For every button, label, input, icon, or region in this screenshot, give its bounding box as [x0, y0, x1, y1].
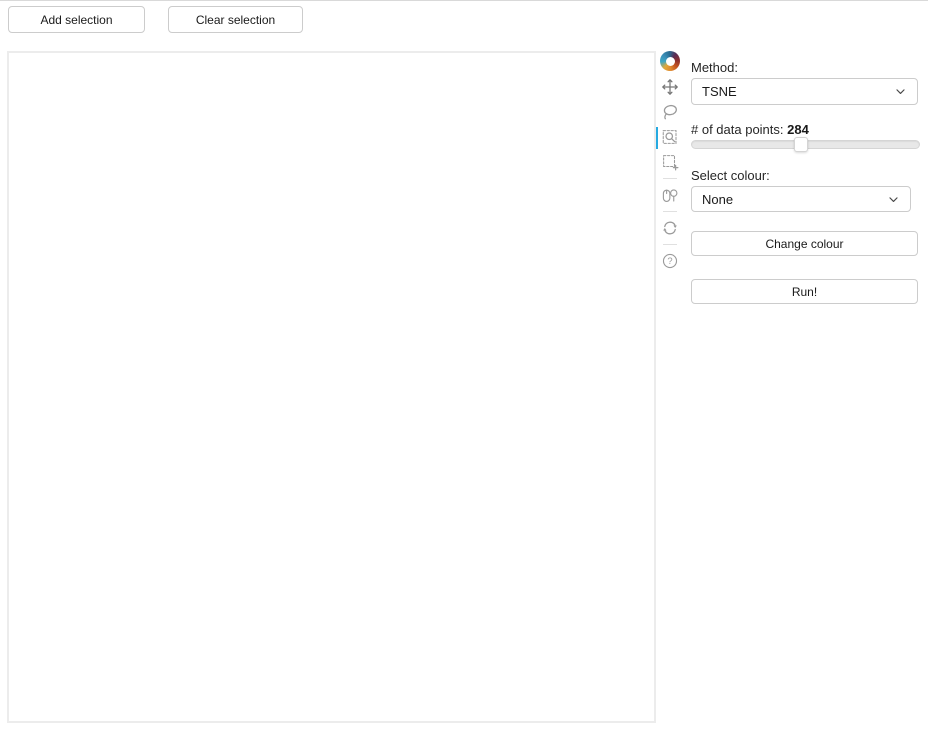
toolbar-separator [663, 244, 677, 245]
data-points-label: # of data points: 284 [691, 122, 809, 137]
reset-icon [661, 219, 679, 237]
box-select-tool-button[interactable] [661, 153, 679, 171]
page-top-divider [0, 0, 928, 1]
plot-canvas[interactable] [7, 51, 656, 723]
reset-tool-button[interactable] [661, 219, 679, 237]
bokeh-logo-hole [666, 57, 675, 66]
toolbar-separator [663, 178, 677, 179]
lasso-select-tool-button[interactable] [661, 103, 679, 121]
data-points-label-text: # of data points: [691, 122, 787, 137]
bokeh-toolbar: ? [655, 51, 685, 270]
help-tool-button[interactable]: ? [661, 252, 679, 270]
toolbar-separator [663, 211, 677, 212]
add-selection-button[interactable]: Add selection [8, 6, 145, 33]
change-colour-button[interactable]: Change colour [691, 231, 918, 256]
method-select-value: TSNE [702, 84, 737, 99]
box-zoom-icon [661, 128, 679, 146]
run-button[interactable]: Run! [691, 279, 918, 304]
colour-select[interactable]: None [691, 186, 911, 212]
method-select[interactable]: TSNE [691, 78, 918, 105]
box-select-icon [661, 153, 679, 171]
wheel-zoom-tool-button[interactable] [661, 186, 679, 204]
svg-text:?: ? [667, 256, 672, 266]
select-colour-label: Select colour: [691, 168, 770, 183]
lasso-select-icon [661, 103, 679, 121]
box-zoom-tool-button[interactable] [661, 128, 679, 146]
chevron-down-icon [894, 85, 907, 98]
help-icon: ? [661, 252, 679, 270]
slider-thumb[interactable] [794, 137, 808, 152]
bokeh-logo-icon[interactable] [660, 51, 680, 71]
pan-tool-button[interactable] [661, 78, 679, 96]
wheel-zoom-icon [661, 186, 679, 204]
active-tool-indicator [656, 127, 658, 149]
clear-selection-button[interactable]: Clear selection [168, 6, 303, 33]
colour-select-value: None [702, 192, 733, 207]
data-points-slider[interactable] [691, 140, 920, 149]
chevron-down-icon [887, 193, 900, 206]
pan-icon [661, 78, 679, 96]
data-points-value: 284 [787, 122, 809, 137]
method-label: Method: [691, 60, 738, 75]
